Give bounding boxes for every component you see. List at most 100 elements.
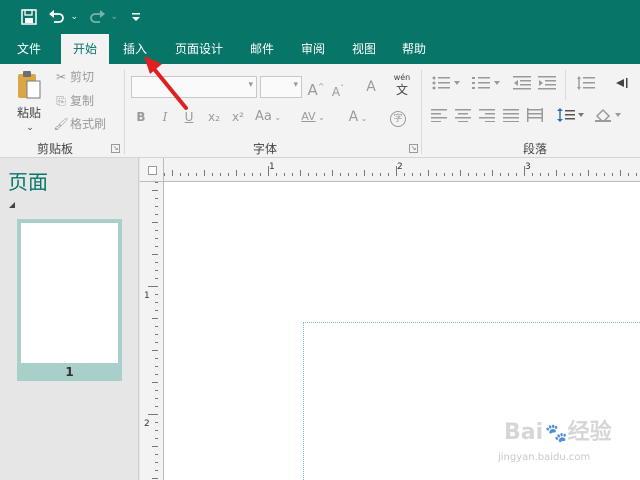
ruler-number: 1 xyxy=(269,162,275,172)
phonetic-guide-button[interactable]: wén 文 xyxy=(390,73,414,97)
font-size-combo[interactable]: ▾ xyxy=(260,76,302,98)
customize-toolbar-button[interactable] xyxy=(128,7,144,27)
tab-home[interactable]: 开始 xyxy=(61,34,109,64)
ruler-number: 2 xyxy=(397,162,403,172)
tab-file[interactable]: 文件 xyxy=(6,34,52,64)
baidu-watermark: Bai 🐾经验 jingyan.baidu.com xyxy=(488,410,638,476)
undo-dropdown-icon[interactable]: ⌄ xyxy=(70,12,78,22)
paw-icon: 🐾 xyxy=(545,423,568,444)
bullets-icon xyxy=(432,76,460,90)
redo-icon xyxy=(90,10,105,23)
align-left-button[interactable] xyxy=(430,108,448,127)
ruler-tick xyxy=(308,173,309,176)
ruler-tick xyxy=(236,170,237,176)
numbering-button[interactable] xyxy=(470,76,504,95)
ruler-number: 1 xyxy=(144,291,150,301)
paragraph-spacing-button[interactable] xyxy=(556,108,586,127)
line-spacing-button[interactable] xyxy=(576,76,596,95)
ruler-tick xyxy=(516,173,517,176)
group-divider xyxy=(565,70,566,100)
distribute-button[interactable] xyxy=(526,108,544,127)
ruler-tick xyxy=(628,173,629,176)
font-color-button[interactable]: A ⌄ xyxy=(344,108,372,128)
superscript-button[interactable]: x² xyxy=(229,108,247,126)
phonetic-bottom: 文 xyxy=(395,83,408,97)
ruler-tick xyxy=(348,173,349,176)
ruler-tick xyxy=(204,170,205,176)
annotation-arrow-icon xyxy=(144,56,188,110)
change-case-button[interactable]: Aa ⌄ xyxy=(252,108,284,127)
copy-button[interactable]: 复制 xyxy=(70,92,100,110)
format-painter-button[interactable]: 格式刷 xyxy=(70,115,112,133)
decrease-indent-button[interactable] xyxy=(512,76,532,95)
ruler-tick xyxy=(500,173,501,176)
tab-mailings[interactable]: 邮件 xyxy=(240,34,284,64)
ruler-tick xyxy=(155,278,158,279)
ruler-tick xyxy=(220,173,221,176)
shrink-font-button[interactable]: Aˇ xyxy=(329,80,347,101)
page-thumbnail-preview xyxy=(21,223,118,363)
ruler-tick xyxy=(580,173,581,176)
tab-review[interactable]: 审阅 xyxy=(291,34,335,64)
font-name-dropdown-icon[interactable]: ▾ xyxy=(248,80,253,90)
subscript-button[interactable]: x₂ xyxy=(205,108,223,126)
shading-button[interactable] xyxy=(594,108,624,127)
ruler-tick xyxy=(268,166,269,176)
group-divider xyxy=(124,70,125,154)
redo-dropdown-icon[interactable]: ⌄ xyxy=(110,12,118,22)
ruler-tick xyxy=(155,430,158,431)
ruler-corner[interactable] xyxy=(140,158,164,182)
tab-help[interactable]: 帮助 xyxy=(392,34,436,64)
character-spacing-button[interactable]: AV ⌄ xyxy=(296,108,330,127)
ruler-tick xyxy=(164,173,165,176)
ruler-tick xyxy=(588,170,589,176)
clipboard-launcher-icon[interactable]: ↘ xyxy=(111,144,120,153)
ruler-origin-icon xyxy=(148,166,157,175)
watermark-url: jingyan.baidu.com xyxy=(498,452,591,463)
customize-toolbar-icon xyxy=(132,13,140,21)
justify-button[interactable] xyxy=(502,108,520,127)
ruler-tick xyxy=(155,182,158,183)
vertical-ruler[interactable]: 1 2 xyxy=(140,182,164,480)
save-button[interactable] xyxy=(18,7,40,27)
ruler-tick xyxy=(324,173,325,176)
font-launcher-icon[interactable]: ↘ xyxy=(409,144,418,153)
bullets-button[interactable] xyxy=(430,76,464,95)
align-center-button[interactable] xyxy=(454,108,472,127)
ruler-tick xyxy=(155,358,158,359)
collapse-triangle-icon[interactable] xyxy=(9,202,15,208)
clear-formatting-button[interactable]: A xyxy=(360,78,382,96)
undo-icon xyxy=(49,10,64,23)
ruler-tick xyxy=(484,173,485,176)
ruler-tick xyxy=(316,173,317,176)
redo-button[interactable]: ⌄ xyxy=(88,7,118,27)
ruler-tick xyxy=(196,173,197,176)
title-bar: ⌄ ⌄ xyxy=(0,0,640,34)
ruler-tick xyxy=(364,170,365,176)
enclose-characters-button[interactable]: 字 xyxy=(388,108,408,127)
ruler-tick xyxy=(420,173,421,176)
cut-button[interactable]: 剪切 xyxy=(70,68,100,86)
phonetic-top: wén xyxy=(393,73,411,82)
ruler-tick xyxy=(172,170,173,176)
ruler-tick xyxy=(152,318,158,319)
horizontal-ruler[interactable]: 1 2 3 xyxy=(164,158,640,182)
ruler-tick xyxy=(428,170,429,176)
grow-font-button[interactable]: A^ xyxy=(307,78,325,99)
ruler-tick xyxy=(155,310,158,311)
ruler-tick xyxy=(564,173,565,176)
paste-icon[interactable] xyxy=(14,70,44,102)
page-thumbnail[interactable]: 1 xyxy=(17,219,122,381)
text-direction-button[interactable] xyxy=(614,76,634,95)
paste-dropdown-icon[interactable]: ⌄ xyxy=(22,119,38,137)
ruler-number: 2 xyxy=(144,419,150,429)
ruler-tick xyxy=(556,170,557,176)
font-size-dropdown-icon[interactable]: ▾ xyxy=(293,80,298,90)
increase-indent-button[interactable] xyxy=(537,76,557,95)
undo-button[interactable]: ⌄ xyxy=(48,7,78,27)
ruler-tick xyxy=(155,270,158,271)
tab-view[interactable]: 视图 xyxy=(342,34,386,64)
decrease-indent-icon xyxy=(513,76,531,90)
ruler-tick xyxy=(476,173,477,176)
align-right-button[interactable] xyxy=(478,108,496,127)
